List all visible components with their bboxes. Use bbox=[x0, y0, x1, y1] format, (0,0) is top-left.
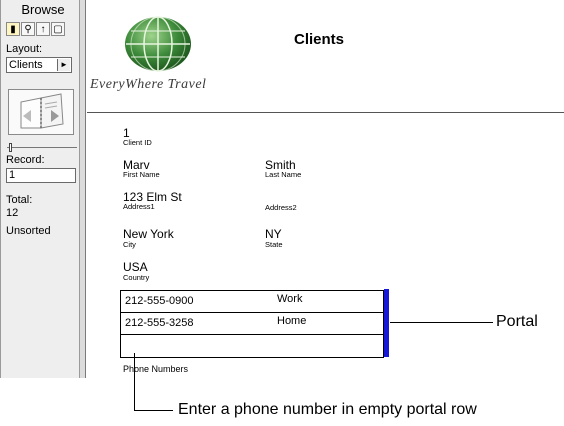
state-field[interactable]: NY bbox=[265, 227, 282, 241]
phone-number-field[interactable]: 212-555-3258 bbox=[125, 317, 194, 329]
country-field[interactable]: USA bbox=[123, 260, 148, 274]
record-number-input[interactable]: 1 bbox=[6, 168, 76, 183]
portal-callout: Portal bbox=[496, 313, 538, 330]
phone-number-field[interactable]: 212-555-0900 bbox=[125, 295, 194, 307]
status-area: Browse ▮ ⚲ ↑ ▢ Layout: Clients ► Record:… bbox=[0, 0, 80, 378]
portal-marker bbox=[384, 289, 389, 357]
window-frame bbox=[80, 0, 86, 378]
city-label: City bbox=[123, 240, 136, 249]
portal-row[interactable]: 212-555-0900 Work bbox=[121, 291, 383, 313]
client-id-label: Client ID bbox=[123, 138, 152, 147]
brand-logo-text: EveryWhere Travel bbox=[90, 77, 207, 92]
city-field[interactable]: New York bbox=[123, 227, 174, 241]
mode-toolbar: ▮ ⚲ ↑ ▢ bbox=[6, 22, 65, 38]
phone-type-field[interactable]: Work bbox=[277, 293, 302, 305]
layout-menu-value: Clients bbox=[9, 59, 43, 71]
total-label-text: Total: bbox=[6, 194, 33, 206]
callout-line bbox=[390, 322, 493, 323]
mode-label: Browse bbox=[21, 2, 65, 17]
state-label: State bbox=[265, 240, 283, 249]
last-name-label: Last Name bbox=[265, 170, 302, 179]
slider-thumb[interactable] bbox=[9, 143, 12, 152]
slider-track bbox=[7, 147, 77, 148]
first-name-label: First Name bbox=[123, 170, 160, 179]
phone-portal: 212-555-0900 Work 212-555-3258 Home bbox=[120, 290, 384, 358]
address2-label: Address2 bbox=[265, 203, 297, 212]
layout-label: Layout: bbox=[6, 43, 43, 55]
portal-label: Phone Numbers bbox=[123, 364, 189, 374]
record-slider[interactable] bbox=[7, 143, 77, 152]
record-book-icon[interactable] bbox=[8, 89, 74, 135]
empty-row-callout: Enter a phone number in empty portal row bbox=[178, 401, 477, 418]
portal-row[interactable]: 212-555-3258 Home bbox=[121, 313, 383, 335]
chevron-right-icon: ► bbox=[57, 59, 70, 71]
callout-pointer bbox=[134, 353, 135, 411]
find-tool-icon[interactable]: ⚲ bbox=[21, 22, 35, 36]
browse-tool-icon[interactable]: ▮ bbox=[6, 22, 20, 36]
total-label: Total: 12 bbox=[6, 194, 32, 220]
preview-tool-icon[interactable]: ▢ bbox=[51, 22, 65, 36]
callout-pointer bbox=[134, 410, 173, 411]
total-count: 12 bbox=[6, 207, 19, 219]
header-divider bbox=[87, 112, 564, 113]
phone-type-field[interactable]: Home bbox=[277, 315, 306, 327]
layout-menu[interactable]: Clients ► bbox=[6, 57, 72, 73]
globe-logo-icon bbox=[125, 16, 191, 72]
record-label: Record: bbox=[6, 154, 45, 166]
sort-status: Unsorted bbox=[6, 225, 51, 237]
address1-label: Address1 bbox=[123, 202, 155, 211]
portal-empty-row[interactable] bbox=[121, 335, 383, 357]
layout-title: Clients bbox=[294, 31, 345, 48]
country-label: Country bbox=[123, 273, 150, 282]
layout-tool-icon[interactable]: ↑ bbox=[36, 22, 50, 36]
